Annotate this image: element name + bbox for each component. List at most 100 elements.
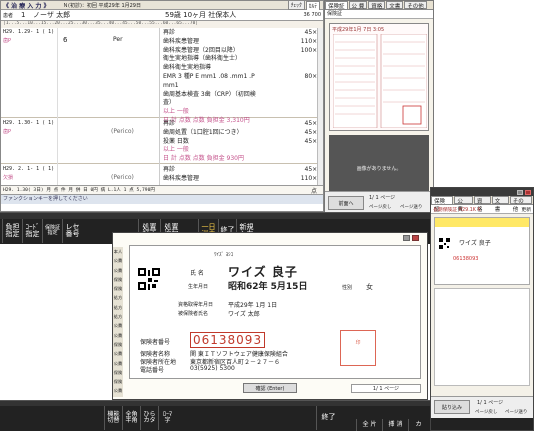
side-label[interactable]: 保険 xyxy=(113,340,123,349)
window2-page: 1/ 1 ページ xyxy=(477,400,504,406)
side-label[interactable]: 保険 xyxy=(113,275,123,284)
page-back-button[interactable]: ページ戻し xyxy=(475,409,497,415)
minimize-icon[interactable] xyxy=(517,189,523,195)
confirm-button[interactable]: 確認 (Enter) xyxy=(243,383,297,393)
tab-insurance[interactable]: 保険証 xyxy=(431,196,454,213)
window2-tabs: 保険証 公 費 資格 文書 その他 xyxy=(431,196,533,213)
table-row[interactable]: H29. 1.30- 1 ( 1) 歯P (Perico) 再診 歯周処置（1口… xyxy=(1,119,323,164)
side-label[interactable]: 公費 xyxy=(113,331,123,340)
side-label[interactable]: 保険 xyxy=(113,368,123,377)
tab-karte[interactable]: ｶﾙﾃ xyxy=(305,1,320,10)
insurance-card-window: 保険証 公 費 資格 文書 その他 長期保険証 H29.1K K 更新 ワイズ … xyxy=(430,187,534,431)
name-label: 氏 名 xyxy=(190,270,204,277)
tab-public[interactable]: 公 費 xyxy=(454,196,473,213)
page-forward-button[interactable]: ページ送り xyxy=(505,409,527,415)
side-label[interactable]: 本人 xyxy=(113,247,123,256)
row-code: Per xyxy=(113,36,123,43)
scrollbar[interactable] xyxy=(317,28,323,185)
ime-insert-delete[interactable]: 挿 消 xyxy=(382,419,408,431)
side-label[interactable]: 保険 xyxy=(113,284,123,293)
panel-subtitle: 保険証 xyxy=(325,10,433,19)
fkey-f3[interactable]: 保険証 指定 xyxy=(42,219,62,243)
dialog-side-list: 本人 公費 公費 保険 保険 処方 処方 処方 公費 公費 保険 公費 公費 保… xyxy=(113,247,123,397)
tab-qualification[interactable]: 資格 xyxy=(368,1,386,10)
tab-document[interactable]: 文書 xyxy=(386,1,404,10)
fkey-f4[interactable]: レセ 番号 xyxy=(62,219,82,243)
patient-name[interactable]: ノーザ 太郎 xyxy=(33,10,165,20)
dialog-page: 1/ 1 ページ xyxy=(351,384,421,393)
card-thumbnail[interactable]: 平成29年1月 7日 3:05 xyxy=(329,23,429,131)
row-line: 歯科疾患管理 xyxy=(163,174,200,182)
insurer-seal: 印 xyxy=(340,330,376,366)
insurer-no-label: 保険者番号 xyxy=(140,339,171,346)
side-label[interactable]: 公費 xyxy=(113,321,123,330)
side-label[interactable]: 公費 xyxy=(113,386,123,395)
window2-bottom-strip xyxy=(431,418,533,430)
row-line: 再診 xyxy=(163,120,176,127)
card-date: 平成29年1月 7日 3:05 xyxy=(332,27,385,33)
side-label[interactable]: 公費 xyxy=(113,349,123,358)
row-line: 衛生実地指導（歯科衛生士） xyxy=(163,55,242,63)
paste-button[interactable]: 貼り込み xyxy=(434,400,470,414)
furigana: ﾜｲｽﾞ ﾖｼｺ xyxy=(214,252,234,258)
row-mark: 歯P xyxy=(3,129,12,135)
page-back-button[interactable]: ページ戻し xyxy=(369,204,391,210)
row-lines: 再診 歯科疾患管理 xyxy=(163,166,199,184)
table-row[interactable]: H29. 2. 1- 1 ( 1) 欠損 (Perico) 再診 歯科疾患管理 … xyxy=(1,165,323,185)
side-label[interactable]: 処方 xyxy=(113,303,123,312)
ime-func-switch[interactable]: 機能 切替 xyxy=(104,406,122,430)
phone-number: 03(5925) 5300 xyxy=(190,365,235,372)
row-line: 歯周処置（1口腔1回につき） xyxy=(163,128,243,136)
row-line: EMR 3 種P E mm1 .08 .mm1 .P mm1 xyxy=(163,72,255,89)
qualification-date: 平成29年 1月 1日 xyxy=(228,302,278,309)
holder-label: 被保険者氏名 xyxy=(178,311,209,317)
sex-label: 性別 xyxy=(342,285,353,291)
table-row[interactable]: H29. 1.29- 1 ( 1) 歯P 6 Per 再診 歯科疾患管理 歯科疾… xyxy=(1,28,323,124)
row-date: H29. 2. 1- 1 ( 1) xyxy=(3,166,55,172)
ime-end-button[interactable]: 終了 xyxy=(316,406,340,430)
tab-other[interactable]: その他 xyxy=(509,196,532,213)
main-titlebar: 《 治 療 入 力 》 Ｎ(初診)：初回 平成29年 1月29日 ﾁｪｯｸ ｶﾙ… xyxy=(1,1,323,10)
qr-code-icon xyxy=(138,268,160,290)
column-divider xyxy=(57,28,58,185)
ime-width-toggle[interactable]: 全角 半角 xyxy=(122,406,140,430)
row-code: (Perico) xyxy=(111,174,134,181)
card-image: ﾜｲｽﾞ ﾖｼｺ 氏 名 ワイズ 良子 生年月日 昭和62年 5月15日 性別 … xyxy=(129,245,421,379)
holder-name: ワイズ 太郎 xyxy=(228,311,260,318)
side-label[interactable]: 公費 xyxy=(113,266,123,275)
ime-romaji-toggle[interactable]: ﾛｰﾏ 字 xyxy=(158,406,176,430)
ime-kana-toggle[interactable]: ひら カタ xyxy=(140,406,158,430)
patient-bar: 患者 1 ノーザ 太郎 59歳 10ヶ月 社保本人 36 700 xyxy=(1,10,323,21)
side-label[interactable]: 公費 xyxy=(113,359,123,368)
panel-front-button[interactable]: 前面へ xyxy=(328,196,364,210)
card-preview[interactable]: ワイズ 良子 06138093 xyxy=(434,217,530,285)
row-date: H29. 1.29- 1 ( 1) xyxy=(3,29,55,35)
tab-qualification[interactable]: 資格 xyxy=(473,196,491,213)
minimize-icon[interactable] xyxy=(403,235,410,241)
side-label[interactable]: 公費 xyxy=(113,256,123,265)
row-line: 以上 一般 xyxy=(163,146,189,154)
side-label[interactable]: 処方 xyxy=(113,293,123,302)
update-button[interactable]: 更新 xyxy=(521,206,531,213)
fkey-f2[interactable]: ｺｰﾄﾞ 指定 xyxy=(22,219,42,243)
column-divider xyxy=(159,28,160,185)
fkey-f1[interactable]: 負担 指定 xyxy=(2,219,22,243)
summary-text: H29. 1.30( 3日) 月 点 件 月 併 日 0円 病 L.1人 1 点… xyxy=(3,188,155,193)
page-forward-button[interactable]: ページ送り xyxy=(400,204,422,210)
side-label[interactable]: 保険 xyxy=(113,377,123,386)
window-title: 《 治 療 入 力 》 xyxy=(3,2,50,10)
tab-public[interactable]: 公 費 xyxy=(348,1,368,10)
row-tooth: 6 xyxy=(63,36,68,44)
close-icon[interactable] xyxy=(412,235,419,241)
tab-other[interactable]: その他 xyxy=(404,1,427,10)
row-lines: 再診 歯周処置（1口腔1回につき） 投薬 日数 以上 一般 日 計 点数 点数 … xyxy=(163,120,273,164)
side-label[interactable]: 処方 xyxy=(113,312,123,321)
row-mark: 歯P xyxy=(3,38,12,44)
ime-kana[interactable]: カ xyxy=(408,419,428,431)
close-icon[interactable] xyxy=(525,189,531,195)
tab-insurance[interactable]: 保険証 xyxy=(325,1,348,10)
tab-check[interactable]: ﾁｪｯｸ xyxy=(287,1,305,10)
tab-document[interactable]: 文書 xyxy=(491,196,509,213)
card-preview-number: 06138093 xyxy=(453,256,479,262)
ime-full-half[interactable]: 全 片 xyxy=(356,419,382,431)
